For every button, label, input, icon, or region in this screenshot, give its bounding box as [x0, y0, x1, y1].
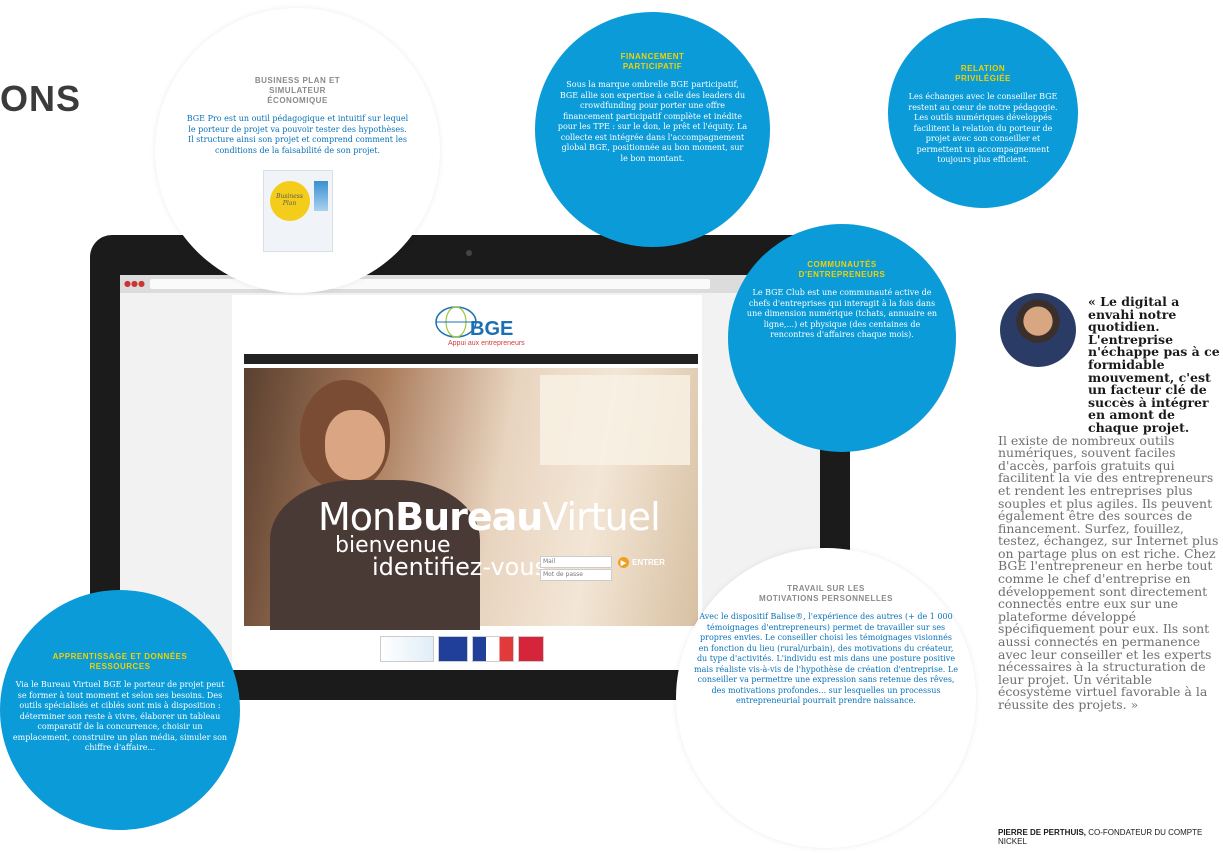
bubble-relation: RELATION PRIVILÉGIÉE Les échanges avec l… [888, 18, 1078, 208]
bubble-text: BGE Pro est un outil pédagogique et intu… [186, 114, 409, 155]
business-plan-booklet: Business Plan [262, 170, 333, 252]
partner-logo [380, 636, 434, 662]
pull-quote: « Le digital a envahi notre quotidien. L… [998, 294, 1220, 712]
bubble-travail: TRAVAIL SUR LES MOTIVATIONS PERSONNELLES… [676, 548, 976, 848]
bge-logo-text: BGE [470, 318, 514, 340]
hero-person-face [325, 410, 385, 480]
bge-tagline: Appui aux entrepreneurs [448, 340, 525, 347]
quote-lead: « Le digital a envahi notre quotidien. L… [1088, 294, 1220, 435]
address-bar[interactable] [150, 279, 710, 289]
bubble-title: COMMUNAUTÉS D'ENTREPRENEURS [798, 260, 886, 279]
eu-flag-icon [438, 636, 468, 662]
enter-button[interactable]: ▶ ENTRER [618, 557, 665, 568]
bubble-text: Les échanges avec le conseiller BGE rest… [908, 92, 1058, 164]
hero-window-light [540, 375, 690, 465]
booklet-label: Business Plan [276, 193, 303, 207]
bubble-text: Sous la marque ombrelle BGE participatif… [557, 80, 748, 163]
bubble-text: Le BGE Club est une communauté active de… [746, 288, 938, 339]
booklet-circle: Business Plan [269, 181, 310, 221]
play-icon: ▶ [618, 557, 629, 568]
section-title: ONS [0, 78, 82, 119]
quote-body: Il existe de nombreux outils numériques,… [998, 432, 1219, 712]
window-controls-icon: ●●● [124, 279, 145, 288]
bubble-text: Avec le dispositif Balise®, l'expérience… [694, 612, 958, 705]
french-republic-logo [472, 636, 514, 662]
quote-signature: PIERRE DE PERTHUIS, CO-FONDATEUR DU COMP… [998, 828, 1223, 846]
chart-bars-icon [313, 181, 328, 211]
bubble-title: FINANCEMENT PARTICIPATIF [620, 52, 685, 71]
bubble-business-plan: BUSINESS PLAN ET SIMULATEUR ÉCONOMIQUE B… [155, 8, 440, 293]
bubble-financement: FINANCEMENT PARTICIPATIF Sous la marque … [535, 12, 770, 247]
bubble-title: BUSINESS PLAN ET SIMULATEUR ÉCONOMIQUE [254, 76, 341, 105]
bubble-title: RELATION PRIVILÉGIÉE [955, 64, 1011, 83]
bubble-title: APPRENTISSAGE ET DONNÉES RESSOURCES [52, 652, 188, 671]
bubble-text: Via le Bureau Virtuel BGE le porteur de … [12, 680, 228, 752]
author-name: PIERRE DE PERTHUIS, [998, 828, 1087, 837]
bubble-apprentissage: APPRENTISSAGE ET DONNÉES RESSOURCES Via … [0, 590, 240, 830]
bubble-communautes: COMMUNAUTÉS D'ENTREPRENEURS Le BGE Club … [728, 224, 956, 452]
webcam-icon [466, 250, 472, 256]
partner-logos [380, 636, 550, 662]
bubble-title: TRAVAIL SUR LES MOTIVATIONS PERSONNELLES [759, 584, 893, 603]
login-field[interactable]: Mail [540, 556, 612, 568]
identify-text: identifiez-vous [372, 553, 548, 581]
region-logo [518, 636, 544, 662]
page-nav-bar [244, 354, 698, 364]
enter-button-label: ENTRER [632, 558, 665, 567]
password-field[interactable]: Mot de passe [540, 569, 612, 581]
